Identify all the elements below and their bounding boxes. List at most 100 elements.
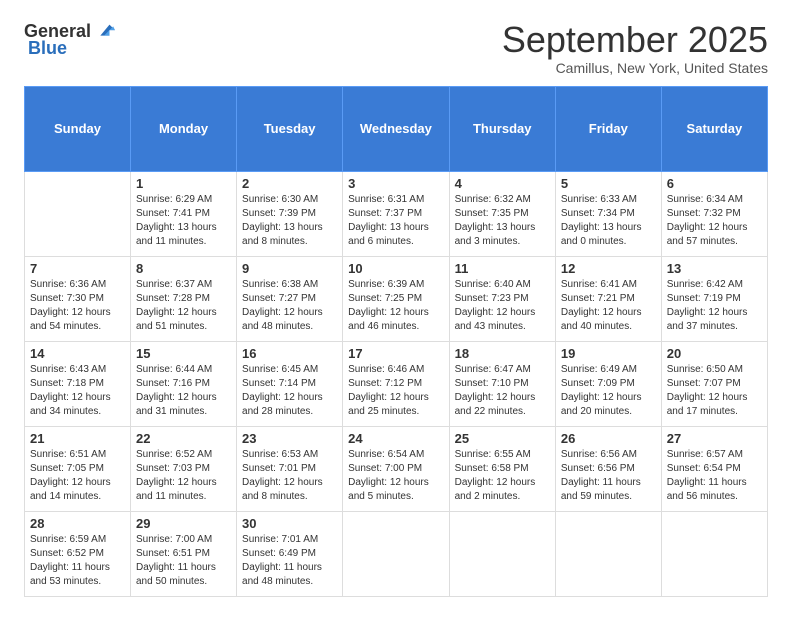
week-row-5: 28 Sunrise: 6:59 AMSunset: 6:52 PMDayligh…: [25, 511, 768, 596]
calendar-cell: 26 Sunrise: 6:56 AMSunset: 6:56 PMDayligh…: [555, 426, 661, 511]
week-row-3: 14 Sunrise: 6:43 AMSunset: 7:18 PMDayligh…: [25, 341, 768, 426]
day-info: Sunrise: 6:39 AMSunset: 7:25 PMDaylight:…: [348, 278, 443, 334]
calendar-cell: 12 Sunrise: 6:41 AMSunset: 7:21 PMDayligh…: [555, 256, 661, 341]
calendar-cell: [343, 511, 449, 596]
header-saturday: Saturday: [661, 86, 767, 171]
week-row-1: 1 Sunrise: 6:29 AMSunset: 7:41 PMDaylight…: [25, 171, 768, 256]
day-number: 3: [348, 176, 443, 191]
calendar-cell: 18 Sunrise: 6:47 AMSunset: 7:10 PMDayligh…: [449, 341, 555, 426]
day-info: Sunrise: 7:00 AMSunset: 6:51 PMDaylight:…: [136, 533, 231, 589]
day-info: Sunrise: 6:59 AMSunset: 6:52 PMDaylight:…: [30, 533, 125, 589]
day-info: Sunrise: 6:46 AMSunset: 7:12 PMDaylight:…: [348, 363, 443, 419]
day-number: 29: [136, 516, 231, 531]
day-number: 11: [455, 261, 550, 276]
day-number: 27: [667, 431, 762, 446]
header-sunday: Sunday: [25, 86, 131, 171]
day-info: Sunrise: 6:43 AMSunset: 7:18 PMDaylight:…: [30, 363, 125, 419]
day-number: 13: [667, 261, 762, 276]
calendar-cell: 16 Sunrise: 6:45 AMSunset: 7:14 PMDayligh…: [237, 341, 343, 426]
calendar-table: SundayMondayTuesdayWednesdayThursdayFrid…: [24, 86, 768, 597]
day-number: 1: [136, 176, 231, 191]
day-number: 17: [348, 346, 443, 361]
calendar-cell: 15Sunrise: 6:44 AMSunset: 7:16 PMDayligh…: [131, 341, 237, 426]
day-info: Sunrise: 6:41 AMSunset: 7:21 PMDaylight:…: [561, 278, 656, 334]
day-number: 8: [136, 261, 231, 276]
location: Camillus, New York, United States: [502, 60, 768, 76]
day-number: 22: [136, 431, 231, 446]
day-info: Sunrise: 6:49 AMSunset: 7:09 PMDaylight:…: [561, 363, 656, 419]
calendar-header-row: SundayMondayTuesdayWednesdayThursdayFrid…: [25, 86, 768, 171]
day-info: Sunrise: 6:36 AMSunset: 7:30 PMDaylight:…: [30, 278, 125, 334]
calendar-cell: 29 Sunrise: 7:00 AMSunset: 6:51 PMDayligh…: [131, 511, 237, 596]
day-number: 14: [30, 346, 125, 361]
calendar-cell: 21Sunrise: 6:51 AMSunset: 7:05 PMDayligh…: [25, 426, 131, 511]
day-number: 12: [561, 261, 656, 276]
day-info: Sunrise: 6:42 AMSunset: 7:19 PMDaylight:…: [667, 278, 762, 334]
day-number: 5: [561, 176, 656, 191]
day-info: Sunrise: 6:33 AMSunset: 7:34 PMDaylight:…: [561, 193, 656, 249]
day-number: 28: [30, 516, 125, 531]
day-info: Sunrise: 6:32 AMSunset: 7:35 PMDaylight:…: [455, 193, 550, 249]
calendar-cell: 7 Sunrise: 6:36 AMSunset: 7:30 PMDaylight…: [25, 256, 131, 341]
day-info: Sunrise: 6:54 AMSunset: 7:00 PMDaylight:…: [348, 448, 443, 504]
day-info: Sunrise: 6:47 AMSunset: 7:10 PMDaylight:…: [455, 363, 550, 419]
day-number: 21: [30, 431, 125, 446]
calendar-cell: 4Sunrise: 6:32 AMSunset: 7:35 PMDaylight…: [449, 171, 555, 256]
day-info: Sunrise: 6:45 AMSunset: 7:14 PMDaylight:…: [242, 363, 337, 419]
calendar-cell: 14 Sunrise: 6:43 AMSunset: 7:18 PMDayligh…: [25, 341, 131, 426]
calendar-cell: 19 Sunrise: 6:49 AMSunset: 7:09 PMDayligh…: [555, 341, 661, 426]
day-number: 9: [242, 261, 337, 276]
day-info: Sunrise: 6:37 AMSunset: 7:28 PMDaylight:…: [136, 278, 231, 334]
header-tuesday: Tuesday: [237, 86, 343, 171]
week-row-2: 7 Sunrise: 6:36 AMSunset: 7:30 PMDaylight…: [25, 256, 768, 341]
calendar-cell: 1 Sunrise: 6:29 AMSunset: 7:41 PMDaylight…: [131, 171, 237, 256]
header-monday: Monday: [131, 86, 237, 171]
calendar-cell: [555, 511, 661, 596]
calendar-cell: 28 Sunrise: 6:59 AMSunset: 6:52 PMDayligh…: [25, 511, 131, 596]
day-number: 16: [242, 346, 337, 361]
day-info: Sunrise: 6:30 AMSunset: 7:39 PMDaylight:…: [242, 193, 337, 249]
calendar-cell: 13 Sunrise: 6:42 AMSunset: 7:19 PMDayligh…: [661, 256, 767, 341]
calendar-cell: 2 Sunrise: 6:30 AMSunset: 7:39 PMDaylight…: [237, 171, 343, 256]
calendar-cell: 6Sunrise: 6:34 AMSunset: 7:32 PMDaylight…: [661, 171, 767, 256]
month-title: September 2025: [502, 20, 768, 60]
day-number: 30: [242, 516, 337, 531]
day-number: 15: [136, 346, 231, 361]
title-block: September 2025 Camillus, New York, Unite…: [502, 20, 768, 76]
calendar-cell: 22 Sunrise: 6:52 AMSunset: 7:03 PMDayligh…: [131, 426, 237, 511]
day-number: 24: [348, 431, 443, 446]
calendar-cell: 10 Sunrise: 6:39 AMSunset: 7:25 PMDayligh…: [343, 256, 449, 341]
logo-blue: Blue: [28, 38, 67, 59]
day-number: 25: [455, 431, 550, 446]
calendar-cell: 23Sunrise: 6:53 AMSunset: 7:01 PMDayligh…: [237, 426, 343, 511]
day-number: 7: [30, 261, 125, 276]
calendar-cell: [449, 511, 555, 596]
day-info: Sunrise: 6:52 AMSunset: 7:03 PMDaylight:…: [136, 448, 231, 504]
day-number: 10: [348, 261, 443, 276]
page-header: General Blue September 2025 Camillus, Ne…: [24, 20, 768, 76]
calendar-cell: 17 Sunrise: 6:46 AMSunset: 7:12 PMDayligh…: [343, 341, 449, 426]
calendar-cell: 9 Sunrise: 6:38 AMSunset: 7:27 PMDaylight…: [237, 256, 343, 341]
calendar-cell: 20 Sunrise: 6:50 AMSunset: 7:07 PMDayligh…: [661, 341, 767, 426]
header-thursday: Thursday: [449, 86, 555, 171]
day-number: 18: [455, 346, 550, 361]
header-friday: Friday: [555, 86, 661, 171]
day-info: Sunrise: 6:56 AMSunset: 6:56 PMDaylight:…: [561, 448, 656, 504]
calendar-cell: 3 Sunrise: 6:31 AMSunset: 7:37 PMDaylight…: [343, 171, 449, 256]
calendar-cell: 27Sunrise: 6:57 AMSunset: 6:54 PMDayligh…: [661, 426, 767, 511]
day-info: Sunrise: 7:01 AMSunset: 6:49 PMDaylight:…: [242, 533, 337, 589]
day-number: 19: [561, 346, 656, 361]
week-row-4: 21Sunrise: 6:51 AMSunset: 7:05 PMDayligh…: [25, 426, 768, 511]
calendar-cell: 30 Sunrise: 7:01 AMSunset: 6:49 PMDayligh…: [237, 511, 343, 596]
day-number: 2: [242, 176, 337, 191]
day-number: 20: [667, 346, 762, 361]
day-info: Sunrise: 6:38 AMSunset: 7:27 PMDaylight:…: [242, 278, 337, 334]
day-info: Sunrise: 6:31 AMSunset: 7:37 PMDaylight:…: [348, 193, 443, 249]
day-info: Sunrise: 6:40 AMSunset: 7:23 PMDaylight:…: [455, 278, 550, 334]
day-number: 26: [561, 431, 656, 446]
day-info: Sunrise: 6:55 AMSunset: 6:58 PMDaylight:…: [455, 448, 550, 504]
day-info: Sunrise: 6:34 AMSunset: 7:32 PMDaylight:…: [667, 193, 762, 249]
day-info: Sunrise: 6:29 AMSunset: 7:41 PMDaylight:…: [136, 193, 231, 249]
day-info: Sunrise: 6:50 AMSunset: 7:07 PMDaylight:…: [667, 363, 762, 419]
calendar-cell: 24 Sunrise: 6:54 AMSunset: 7:00 PMDayligh…: [343, 426, 449, 511]
